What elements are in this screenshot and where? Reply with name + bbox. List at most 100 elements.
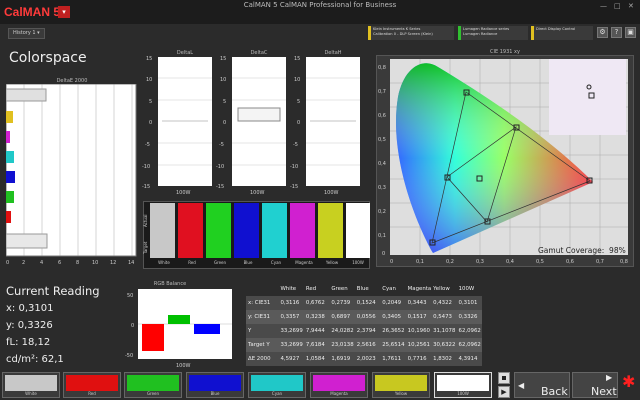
svg-text:10: 10 bbox=[92, 260, 98, 266]
svg-text:-10: -10 bbox=[216, 164, 224, 170]
table-row: y: CIE31 0,3357 0,3238 0,6897 0,0556 0,3405 0,… bbox=[246, 310, 482, 324]
swatch-button-red[interactable]: Red bbox=[63, 372, 121, 398]
swatch-button-100w[interactable]: 100W bbox=[434, 372, 492, 398]
tab-history-1[interactable]: History 1 ▾ bbox=[8, 28, 45, 39]
svg-text:0,4: 0,4 bbox=[506, 259, 514, 265]
table-header: White Red Green Blue Cyan Magenta Yellow 100W bbox=[246, 282, 482, 296]
table-row: ΔE 2000 4,5927 1,0584 1,6919 2,0023 1,7611 0,7… bbox=[246, 352, 482, 366]
svg-text:-10: -10 bbox=[142, 164, 150, 170]
patch-blue bbox=[234, 203, 259, 258]
svg-text:5: 5 bbox=[149, 99, 152, 105]
svg-text:0: 0 bbox=[131, 323, 134, 329]
svg-text:10: 10 bbox=[220, 77, 226, 83]
settings-icon[interactable]: ⚙ bbox=[597, 27, 608, 38]
svg-text:-15: -15 bbox=[142, 184, 150, 190]
actual-label: Actual bbox=[143, 214, 148, 227]
patch-label: Blue bbox=[243, 260, 253, 265]
table-row: Y 33,2699 7,9444 24,0282 2,3794 26,3652 10,196… bbox=[246, 324, 482, 338]
svg-text:15: 15 bbox=[146, 56, 152, 62]
device-source[interactable]: Lumagen Radiance series Lumagen Radiance bbox=[458, 26, 528, 40]
svg-text:0: 0 bbox=[382, 251, 385, 257]
next-button[interactable]: Next ▶ bbox=[572, 372, 618, 398]
reading-y: y: 0,3326 bbox=[6, 320, 53, 331]
page-title: Colorspace bbox=[9, 50, 87, 66]
back-button[interactable]: ◀ Back bbox=[514, 372, 570, 398]
svg-text:0: 0 bbox=[6, 260, 9, 266]
svg-text:6: 6 bbox=[58, 260, 61, 266]
patch-label: Yellow bbox=[325, 260, 339, 265]
svg-text:0: 0 bbox=[297, 120, 300, 126]
svg-text:0,7: 0,7 bbox=[596, 259, 604, 265]
device-display[interactable]: Direct Display Control bbox=[531, 26, 593, 40]
svg-text:4: 4 bbox=[40, 260, 43, 266]
target-label: Target bbox=[143, 241, 148, 254]
window-title: CalMAN 5 CalMAN Professional for Busines… bbox=[243, 1, 397, 9]
measurement-table: White Red Green Blue Cyan Magenta Yellow 100W x… bbox=[246, 282, 482, 366]
svg-text:100W: 100W bbox=[250, 190, 265, 196]
patch-label: White bbox=[158, 260, 170, 265]
svg-text:5: 5 bbox=[297, 99, 300, 105]
deltac-bar bbox=[237, 107, 281, 122]
rgb-balance-chart: 50 0 -50 100W bbox=[125, 289, 232, 369]
svg-text:2: 2 bbox=[22, 260, 25, 266]
reading-cdm2: cd/m²: 62,1 bbox=[6, 354, 64, 365]
svg-text:0,5: 0,5 bbox=[378, 137, 386, 143]
svg-text:-5: -5 bbox=[293, 142, 298, 148]
svg-text:100W: 100W bbox=[176, 363, 191, 369]
swatch-button-cyan[interactable]: Cyan bbox=[248, 372, 306, 398]
reading-fl: fL: 18,12 bbox=[6, 337, 51, 348]
save-icon[interactable]: ▣ bbox=[625, 27, 636, 38]
close-icon[interactable]: ✕ bbox=[628, 2, 634, 10]
next-arrow-icon: ▶ bbox=[606, 373, 613, 382]
svg-text:0: 0 bbox=[223, 120, 226, 126]
device-meter[interactable]: Klein Instruments K Series Calibration 0 … bbox=[368, 26, 454, 40]
swatch-button-yellow[interactable]: Yellow bbox=[372, 372, 430, 398]
svg-text:-5: -5 bbox=[219, 142, 224, 148]
svg-text:14: 14 bbox=[128, 260, 134, 266]
svg-text:15: 15 bbox=[220, 56, 226, 62]
svg-text:0,6: 0,6 bbox=[566, 259, 574, 265]
patch-label: Magenta bbox=[295, 260, 313, 265]
delta-lch-charts: 15 10 5 0 -5 -10 -15 15 10 5 0 -5 -10 -15 15 10 5 0 -5 -1… bbox=[142, 56, 360, 196]
svg-text:-15: -15 bbox=[216, 184, 224, 190]
patch-yellow bbox=[318, 203, 343, 258]
current-reading: x: 0,3101 y: 0,3326 fL: 18,12 cd/m²: 62,… bbox=[6, 300, 64, 368]
svg-text:15: 15 bbox=[294, 56, 300, 62]
minimize-icon[interactable]: — bbox=[600, 2, 607, 10]
patch-swatches: White Red Green Blue Cyan Magenta Yellow… bbox=[150, 203, 370, 267]
svg-text:0: 0 bbox=[149, 120, 152, 126]
svg-text:50: 50 bbox=[127, 293, 133, 299]
patch-cyan bbox=[262, 203, 287, 258]
svg-text:0,5: 0,5 bbox=[536, 259, 544, 265]
swatch-button-white[interactable]: White bbox=[2, 372, 60, 398]
back-arrow-icon: ◀ bbox=[518, 381, 525, 390]
table-row: x: CIE31 0,3116 0,6762 0,2739 0,1524 0,2049 0,… bbox=[246, 296, 482, 310]
svg-text:0,8: 0,8 bbox=[620, 259, 628, 265]
current-reading-title: Current Reading bbox=[6, 284, 100, 298]
help-icon[interactable]: ? bbox=[611, 27, 622, 38]
maximize-icon[interactable]: □ bbox=[614, 2, 621, 10]
svg-text:0,6: 0,6 bbox=[378, 113, 386, 119]
patch-label: Green bbox=[213, 260, 227, 265]
patch-label: Cyan bbox=[270, 260, 282, 265]
svg-text:-50: -50 bbox=[125, 353, 133, 359]
patch-label: 100W bbox=[352, 260, 364, 265]
svg-text:0,1: 0,1 bbox=[378, 233, 386, 239]
svg-text:10: 10 bbox=[146, 77, 152, 83]
svg-text:0,2: 0,2 bbox=[446, 259, 454, 265]
swatch-button-blue[interactable]: Blue bbox=[186, 372, 244, 398]
cie-diagram: 0,8 0,7 0,6 0,5 0,4 0,3 0,2 0,1 0 0 0,1 0,2 0,3 0,… bbox=[378, 59, 628, 265]
gamut-coverage: Gamut Coverage: 98% bbox=[538, 246, 626, 255]
svg-text:-5: -5 bbox=[145, 142, 150, 148]
play-icon[interactable]: ▶ bbox=[498, 386, 510, 398]
svg-text:0,4: 0,4 bbox=[378, 161, 386, 167]
svg-text:100W: 100W bbox=[324, 190, 339, 196]
patch-label: Red bbox=[188, 260, 196, 265]
svg-text:0,3: 0,3 bbox=[476, 259, 484, 265]
calman-star-icon[interactable]: ✱ bbox=[622, 372, 635, 391]
svg-text:100W: 100W bbox=[176, 190, 191, 196]
swatch-button-green[interactable]: Green bbox=[124, 372, 182, 398]
patch-100w bbox=[346, 203, 370, 258]
stop-icon[interactable] bbox=[498, 372, 510, 384]
swatch-button-magenta[interactable]: Magenta bbox=[310, 372, 368, 398]
